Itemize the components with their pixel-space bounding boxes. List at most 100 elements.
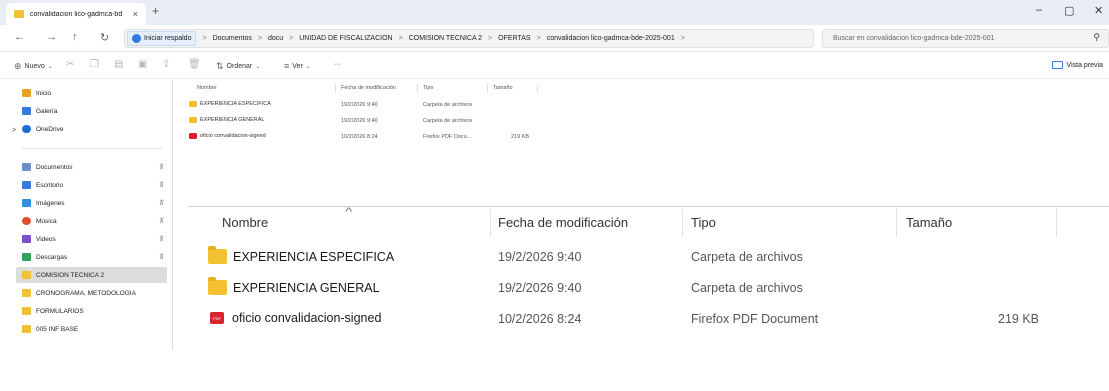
sidebar-item-inicio[interactable]: Inicio xyxy=(22,86,51,100)
sidebar-item-cronograma[interactable]: CRONOGRAMA, METODOLOGIA xyxy=(22,286,136,300)
breadcrumb-item[interactable]: UNIDAD DE FISCALIZACION xyxy=(299,35,392,42)
sidebar-item-label: Música xyxy=(36,217,57,225)
table-row[interactable]: EXPERIENCIA GENERAL xyxy=(189,117,265,123)
copy-icon[interactable]: ❐ xyxy=(90,59,99,70)
folder-icon xyxy=(189,101,197,107)
sidebar-item-musica[interactable]: Música xyxy=(22,214,57,228)
forward-button[interactable]: → xyxy=(46,31,57,43)
file-name: oficio convalidacion-signed xyxy=(200,133,266,139)
file-size: 219 KB xyxy=(998,312,1040,326)
file-modified: 19/2/2026 9:40 xyxy=(341,118,378,124)
breadcrumb-item[interactable]: OFERTAS xyxy=(498,35,530,42)
up-button[interactable]: ↑ xyxy=(72,31,78,43)
column-header-size[interactable]: Tamaño xyxy=(906,215,952,230)
column-header-type[interactable]: Tipo xyxy=(691,215,716,230)
breadcrumb-item[interactable]: COMISION TECNICA 2 xyxy=(409,35,482,42)
delete-icon[interactable]: 🗑 xyxy=(188,59,201,70)
column-divider xyxy=(682,209,683,237)
column-header-name[interactable]: Nombre xyxy=(222,215,268,230)
plus-circle-icon: ⊕ xyxy=(14,61,22,71)
folder-icon xyxy=(208,246,227,264)
breadcrumb-item[interactable]: Documentos xyxy=(213,35,252,42)
sidebar-item-label: Inicio xyxy=(36,89,52,97)
column-header-row: ^ Nombre Fecha de modificación Tipo Tama… xyxy=(188,206,1109,237)
file-type: Firefox PDF Document xyxy=(691,312,819,326)
column-header-modified[interactable]: Fecha de modificación xyxy=(498,215,628,230)
preview-pane-icon xyxy=(1051,61,1063,69)
column-divider xyxy=(487,84,488,93)
close-window-button[interactable]: ✕ xyxy=(1094,4,1103,17)
search-placeholder: Buscar en convalidacion lico-gadmca-bde-… xyxy=(833,35,995,42)
tab-close-button[interactable]: × xyxy=(133,9,138,19)
pin-icon[interactable]: ⊼ xyxy=(159,199,164,207)
table-row[interactable]: EXPERIENCIA GENERAL 19/2/2026 9:40 Carpe… xyxy=(188,275,1109,301)
breadcrumb-item[interactable]: docu xyxy=(268,35,283,42)
command-bar: ⊕ Nuevo ⌄ ✂ ❐ ▤ ▣ ⇪ 🗑 ⇅ Ordenar ⌄ ≡ Ver … xyxy=(0,53,1109,79)
table-row[interactable]: EXPERIENCIA ESPECIFICA xyxy=(189,101,271,107)
share-icon[interactable]: ⇪ xyxy=(162,59,170,70)
file-modified: 19/2/2026 9:40 xyxy=(341,102,378,108)
refresh-button[interactable]: ↻ xyxy=(100,31,109,44)
column-header-type[interactable]: Tipo xyxy=(423,85,434,91)
expand-chevron-icon[interactable]: > xyxy=(12,127,16,134)
pin-icon[interactable]: ⊼ xyxy=(159,235,164,243)
sidebar-item-videos[interactable]: Videos xyxy=(22,232,56,246)
column-header-size[interactable]: Tamaño xyxy=(493,85,513,91)
download-icon xyxy=(22,253,31,261)
column-header-modified[interactable]: Fecha de modificación xyxy=(341,85,396,91)
sort-button[interactable]: ⇅ Ordenar ⌄ xyxy=(216,61,263,72)
table-row[interactable]: PDF oficio convalidacion-signed 10/2/202… xyxy=(188,306,1109,332)
folder-icon xyxy=(22,289,31,297)
pane-divider[interactable] xyxy=(172,80,173,350)
cut-icon[interactable]: ✂ xyxy=(66,59,74,70)
folder-icon xyxy=(22,307,31,315)
folder-icon xyxy=(22,271,31,279)
column-divider xyxy=(335,84,336,93)
breadcrumb-home[interactable]: Iniciar respaldo xyxy=(127,31,197,46)
preview-pane-button[interactable]: Vista previa xyxy=(1051,61,1103,69)
preview-pane-label: Vista previa xyxy=(1066,61,1103,69)
browser-tab[interactable]: convalidacion lico-gadmca-bd × xyxy=(6,3,146,25)
sidebar-item-documentos[interactable]: Documentos xyxy=(22,160,73,174)
breadcrumb-item[interactable]: convalidacion lico-gadmca-bde-2025-001 xyxy=(547,35,675,42)
address-bar[interactable]: Iniciar respaldo > Documentos > docu > U… xyxy=(124,29,814,48)
navigation-pane: Inicio Galería > OneDrive Documentos ⊼ E… xyxy=(0,80,173,350)
rename-icon[interactable]: ▣ xyxy=(138,59,147,70)
more-options-button[interactable]: ··· xyxy=(334,61,341,68)
sidebar-item-005-inf-base[interactable]: 005 INF BASE xyxy=(22,322,78,336)
column-header-name[interactable]: Nombre xyxy=(197,85,217,91)
back-button[interactable]: ← xyxy=(14,31,25,43)
table-row[interactable]: oficio convalidacion-signed xyxy=(189,133,266,139)
pdf-file-icon xyxy=(189,133,197,139)
chevron-down-icon: ⌄ xyxy=(255,64,261,70)
new-tab-button[interactable]: + xyxy=(152,4,159,18)
pin-icon[interactable]: ⊼ xyxy=(159,217,164,225)
sidebar-item-escritorio[interactable]: Escritorio xyxy=(22,178,63,192)
view-button[interactable]: ≡ Ver ⌄ xyxy=(284,61,314,71)
folder-icon xyxy=(14,10,24,18)
table-row[interactable]: EXPERIENCIA ESPECIFICA 19/2/2026 9:40 Ca… xyxy=(188,244,1109,270)
column-divider xyxy=(490,209,491,237)
sidebar-item-label: Galería xyxy=(36,107,58,115)
file-modified: 10/2/2026 8:24 xyxy=(341,134,378,140)
minimize-button[interactable]: – xyxy=(1036,4,1042,16)
sidebar-item-formularios[interactable]: FORMULARIOS xyxy=(22,304,84,318)
sidebar-item-onedrive[interactable]: OneDrive xyxy=(22,122,63,136)
maximize-button[interactable]: ▢ xyxy=(1064,4,1074,17)
pin-icon[interactable]: ⊼ xyxy=(159,163,164,171)
sidebar-item-imagenes[interactable]: Imágenes xyxy=(22,196,65,210)
sidebar-item-label: OneDrive xyxy=(36,125,64,133)
paste-icon[interactable]: ▤ xyxy=(114,59,123,70)
sidebar-item-comision-tecnica-2[interactable]: COMISION TECNICA 2 xyxy=(22,268,104,282)
folder-icon xyxy=(189,117,197,123)
pin-icon[interactable]: ⊼ xyxy=(159,181,164,189)
file-name-cell: EXPERIENCIA GENERAL xyxy=(208,277,380,295)
sidebar-item-galeria[interactable]: Galería xyxy=(22,104,57,118)
pin-icon[interactable]: ⊼ xyxy=(159,253,164,261)
sidebar-item-label: Videos xyxy=(36,235,56,243)
file-size: 219 KB xyxy=(511,134,530,140)
search-input[interactable]: Buscar en convalidacion lico-gadmca-bde-… xyxy=(822,29,1109,48)
new-button[interactable]: ⊕ Nuevo ⌄ xyxy=(14,61,56,72)
file-list-small: Nombre Fecha de modificación Tipo Tamaño… xyxy=(185,82,545,152)
sidebar-item-descargas[interactable]: Descargas xyxy=(22,250,67,264)
